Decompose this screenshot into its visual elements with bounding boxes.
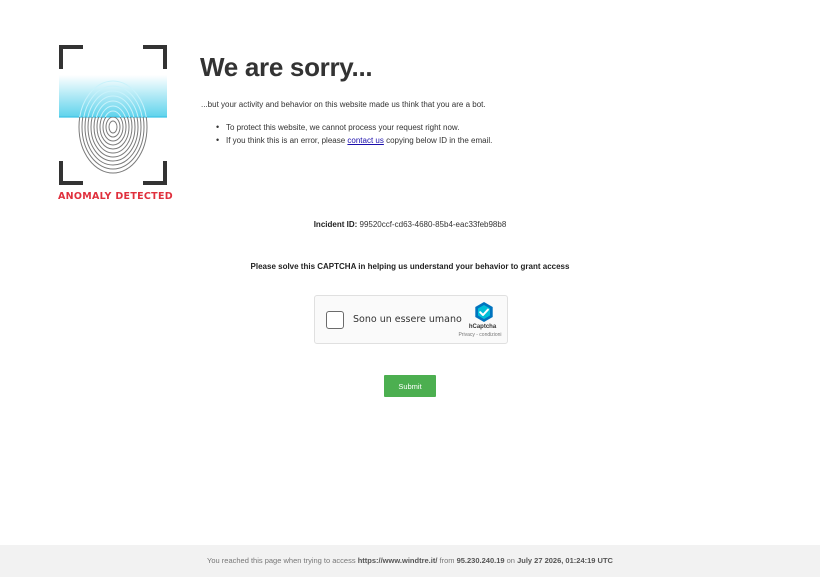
list-item: If you think this is an error, please co… [216, 135, 493, 149]
captcha-privacy-links[interactable]: Privacy - condizioni [455, 332, 505, 338]
fingerprint-icon [59, 45, 167, 185]
page-title: We are sorry... [200, 52, 373, 82]
footer-text: from [437, 556, 457, 565]
incident-id: Incident ID: 99520ccf-cd63-4680-85b4-eac… [0, 220, 820, 229]
list-item: To protect this website, we cannot proce… [216, 122, 492, 136]
intro-text: ...but your activity and behavior on thi… [201, 100, 486, 109]
anomaly-detected-label: ANOMALY DETECTED [58, 191, 173, 202]
list-item-text: If you think this is an error, please [226, 135, 348, 145]
anomaly-logo: ANOMALY DETECTED [58, 45, 173, 205]
incident-id-value: 99520ccf-cd63-4680-85b4-eac33feb98b8 [357, 220, 507, 229]
contact-us-link[interactable]: contact us [347, 136, 383, 145]
footer-ip: 95.230.240.19 [456, 556, 505, 565]
footer-text: You reached this page when trying to acc… [207, 556, 358, 565]
hcaptcha-logo-icon [475, 302, 493, 322]
footer-text: on [504, 556, 518, 565]
incident-id-label: Incident ID: [313, 220, 358, 229]
footer: You reached this page when trying to acc… [0, 545, 820, 577]
hcaptcha-widget: Sono un essere umano hCaptcha Privacy - … [314, 295, 508, 344]
info-list: To protect this website, we cannot proce… [216, 122, 493, 149]
captcha-checkbox-label: Sono un essere umano [353, 314, 462, 325]
human-checkbox[interactable] [326, 311, 344, 329]
captcha-brand: hCaptcha [468, 324, 497, 330]
submit-button[interactable]: Submit [384, 375, 436, 397]
footer-url: https://www.windtre.it/ [357, 556, 438, 565]
list-item-text: copying below ID in the email. [383, 135, 493, 145]
footer-datetime: July 27 2026, 01:24:19 UTC [517, 556, 613, 565]
captcha-instruction: Please solve this CAPTCHA in helping us … [250, 262, 570, 271]
list-item-text: To protect this website, we cannot proce… [226, 123, 460, 132]
